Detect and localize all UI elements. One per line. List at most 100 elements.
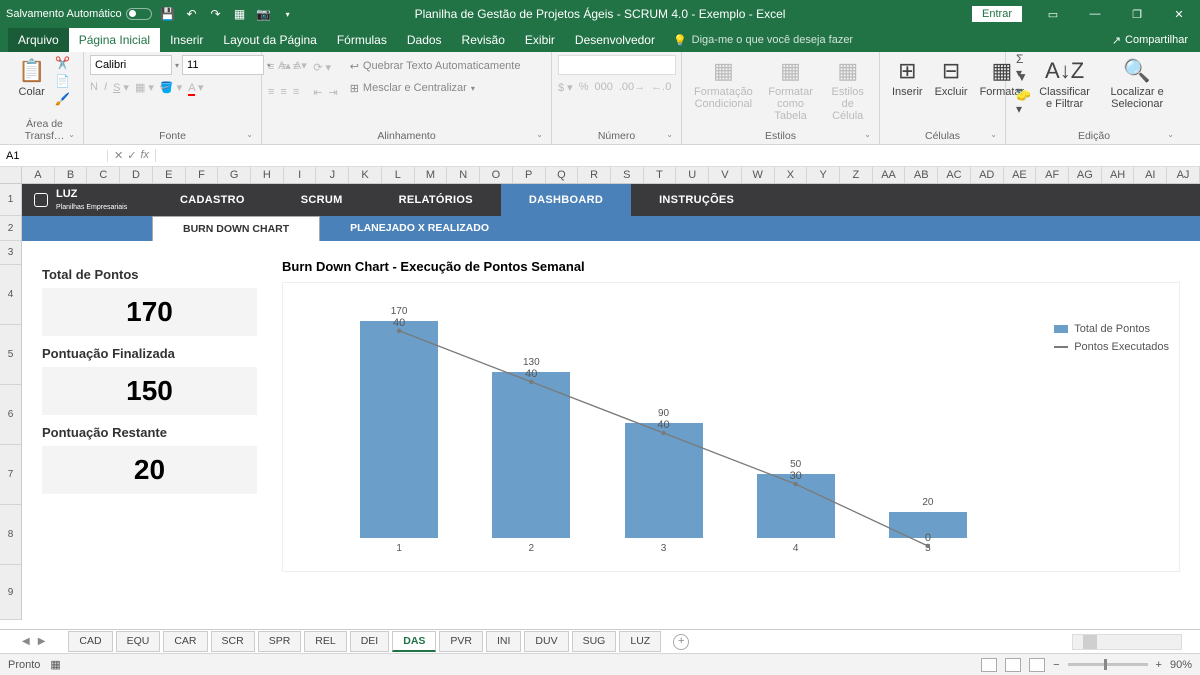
col-header[interactable]: G	[218, 167, 251, 183]
tab-review[interactable]: Revisão	[452, 28, 515, 52]
borders-button[interactable]: ▦ ▾	[135, 81, 154, 94]
clear-icon[interactable]: 🧽 ▾	[1016, 94, 1031, 110]
enter-formula-icon[interactable]: ✓	[127, 149, 136, 162]
col-header[interactable]: L	[382, 167, 415, 183]
cell-styles-button[interactable]: ▦ Estilos de Célula	[822, 55, 873, 125]
fill-color-button[interactable]: 🪣 ▾	[160, 81, 182, 94]
chevron-down-icon[interactable]: ▾	[175, 61, 179, 70]
row-headers[interactable]: 123456789	[0, 184, 22, 620]
zoom-out-button[interactable]: −	[1053, 659, 1059, 671]
add-sheet-button[interactable]: +	[673, 634, 689, 650]
font-size-input[interactable]	[182, 55, 264, 75]
sheet-tab[interactable]: PVR	[439, 631, 483, 652]
macro-record-icon[interactable]: ▦	[50, 658, 60, 671]
tab-formulas[interactable]: Fórmulas	[327, 28, 397, 52]
col-header[interactable]: E	[153, 167, 186, 183]
sheet-nav-item[interactable]: INSTRUÇÕES	[631, 184, 762, 216]
align-bottom-icon[interactable]: ≡	[293, 61, 299, 73]
row-header[interactable]: 6	[0, 385, 22, 445]
sheet-tab[interactable]: REL	[304, 631, 346, 652]
sheet-nav-item[interactable]: DASHBOARD	[501, 184, 631, 216]
zoom-in-button[interactable]: +	[1156, 659, 1162, 671]
tab-insert[interactable]: Inserir	[160, 28, 213, 52]
col-header[interactable]: AD	[971, 167, 1004, 183]
col-header[interactable]: P	[513, 167, 546, 183]
col-header[interactable]: Z	[840, 167, 873, 183]
fx-icon[interactable]: fx	[140, 149, 149, 162]
select-all-corner[interactable]	[0, 167, 22, 184]
page-layout-view-icon[interactable]	[1005, 658, 1021, 672]
col-header[interactable]: J	[316, 167, 349, 183]
delete-cells-button[interactable]: ⊟ Excluir	[929, 55, 974, 101]
conditional-formatting-button[interactable]: ▦ Formatação Condicional	[688, 55, 759, 113]
cut-icon[interactable]: ✂️	[55, 55, 70, 71]
col-header[interactable]: AA	[873, 167, 906, 183]
tab-file[interactable]: Arquivo	[8, 28, 69, 52]
col-header[interactable]: M	[415, 167, 448, 183]
sheet-tab[interactable]: CAR	[163, 631, 207, 652]
col-header[interactable]: U	[676, 167, 709, 183]
autosave-switch-icon[interactable]	[126, 8, 152, 20]
wrap-text-button[interactable]: ↩ Quebrar Texto Automaticamente	[350, 55, 521, 77]
col-header[interactable]: K	[349, 167, 382, 183]
col-header[interactable]: AH	[1102, 167, 1135, 183]
format-as-table-button[interactable]: ▦ Formatar como Tabela	[759, 55, 823, 125]
zoom-level[interactable]: 90%	[1170, 659, 1192, 671]
col-header[interactable]: S	[611, 167, 644, 183]
col-header[interactable]: N	[447, 167, 480, 183]
col-header[interactable]: H	[251, 167, 284, 183]
sheet-nav-item[interactable]: SCRUM	[273, 184, 371, 216]
percent-button[interactable]: %	[579, 81, 589, 93]
sheet-nav-last-icon[interactable]: ▶	[34, 636, 50, 647]
page-break-view-icon[interactable]	[1029, 658, 1045, 672]
sheet-tab[interactable]: CAD	[68, 631, 112, 652]
col-header[interactable]: R	[578, 167, 611, 183]
touch-mode-icon[interactable]: ▦	[232, 6, 248, 22]
close-icon[interactable]: ✕	[1158, 0, 1200, 28]
col-header[interactable]: C	[87, 167, 120, 183]
col-header[interactable]: W	[742, 167, 775, 183]
minimize-icon[interactable]: —	[1074, 0, 1116, 28]
tab-home[interactable]: Página Inicial	[69, 28, 160, 52]
row-header[interactable]: 5	[0, 325, 22, 385]
decrease-decimal-icon[interactable]: ←.0	[651, 81, 671, 93]
col-header[interactable]: AE	[1004, 167, 1037, 183]
tell-me-search[interactable]: 💡	[673, 34, 893, 47]
row-header[interactable]: 3	[0, 241, 22, 265]
align-middle-icon[interactable]: ≡	[280, 61, 286, 73]
row-header[interactable]: 8	[0, 505, 22, 565]
tab-view[interactable]: Exibir	[515, 28, 565, 52]
col-header[interactable]: T	[644, 167, 677, 183]
signin-button[interactable]: Entrar	[972, 6, 1022, 22]
merge-center-button[interactable]: ⊞ Mesclar e Centralizar ▾	[350, 77, 521, 99]
col-header[interactable]: AF	[1036, 167, 1069, 183]
col-header[interactable]: AG	[1069, 167, 1102, 183]
font-name-input[interactable]	[90, 55, 172, 75]
tab-developer[interactable]: Desenvolvedor	[565, 28, 665, 52]
share-button[interactable]: ↗ Compartilhar	[1112, 34, 1188, 47]
underline-button[interactable]: S ▾	[113, 81, 129, 94]
col-header[interactable]: A	[22, 167, 55, 183]
col-header[interactable]: AI	[1134, 167, 1167, 183]
find-select-button[interactable]: 🔍 Localizar e Selecionar	[1098, 55, 1176, 113]
row-header[interactable]: 1	[0, 184, 22, 216]
sheet-tab[interactable]: DEI	[350, 631, 390, 652]
col-header[interactable]: O	[480, 167, 513, 183]
bold-button[interactable]: N	[90, 81, 98, 93]
sheet-tab[interactable]: SPR	[258, 631, 302, 652]
col-header[interactable]: AC	[938, 167, 971, 183]
col-header[interactable]: AJ	[1167, 167, 1200, 183]
col-header[interactable]: I	[284, 167, 317, 183]
undo-icon[interactable]: ↶	[184, 6, 200, 22]
font-color-button[interactable]: A ▾	[188, 81, 203, 94]
align-left-icon[interactable]: ≡	[268, 86, 274, 98]
column-headers[interactable]: ABCDEFGHIJKLMNOPQRSTUVWXYZAAABACADAEAFAG…	[22, 167, 1200, 184]
row-header[interactable]: 9	[0, 565, 22, 620]
col-header[interactable]: Q	[546, 167, 579, 183]
sub-nav-tab[interactable]: BURN DOWN CHART	[152, 216, 320, 241]
sheet-tab[interactable]: LUZ	[619, 631, 661, 652]
copy-icon[interactable]: 📄	[55, 73, 70, 89]
normal-view-icon[interactable]	[981, 658, 997, 672]
col-header[interactable]: D	[120, 167, 153, 183]
customize-qat-icon[interactable]: ▾	[280, 6, 296, 22]
